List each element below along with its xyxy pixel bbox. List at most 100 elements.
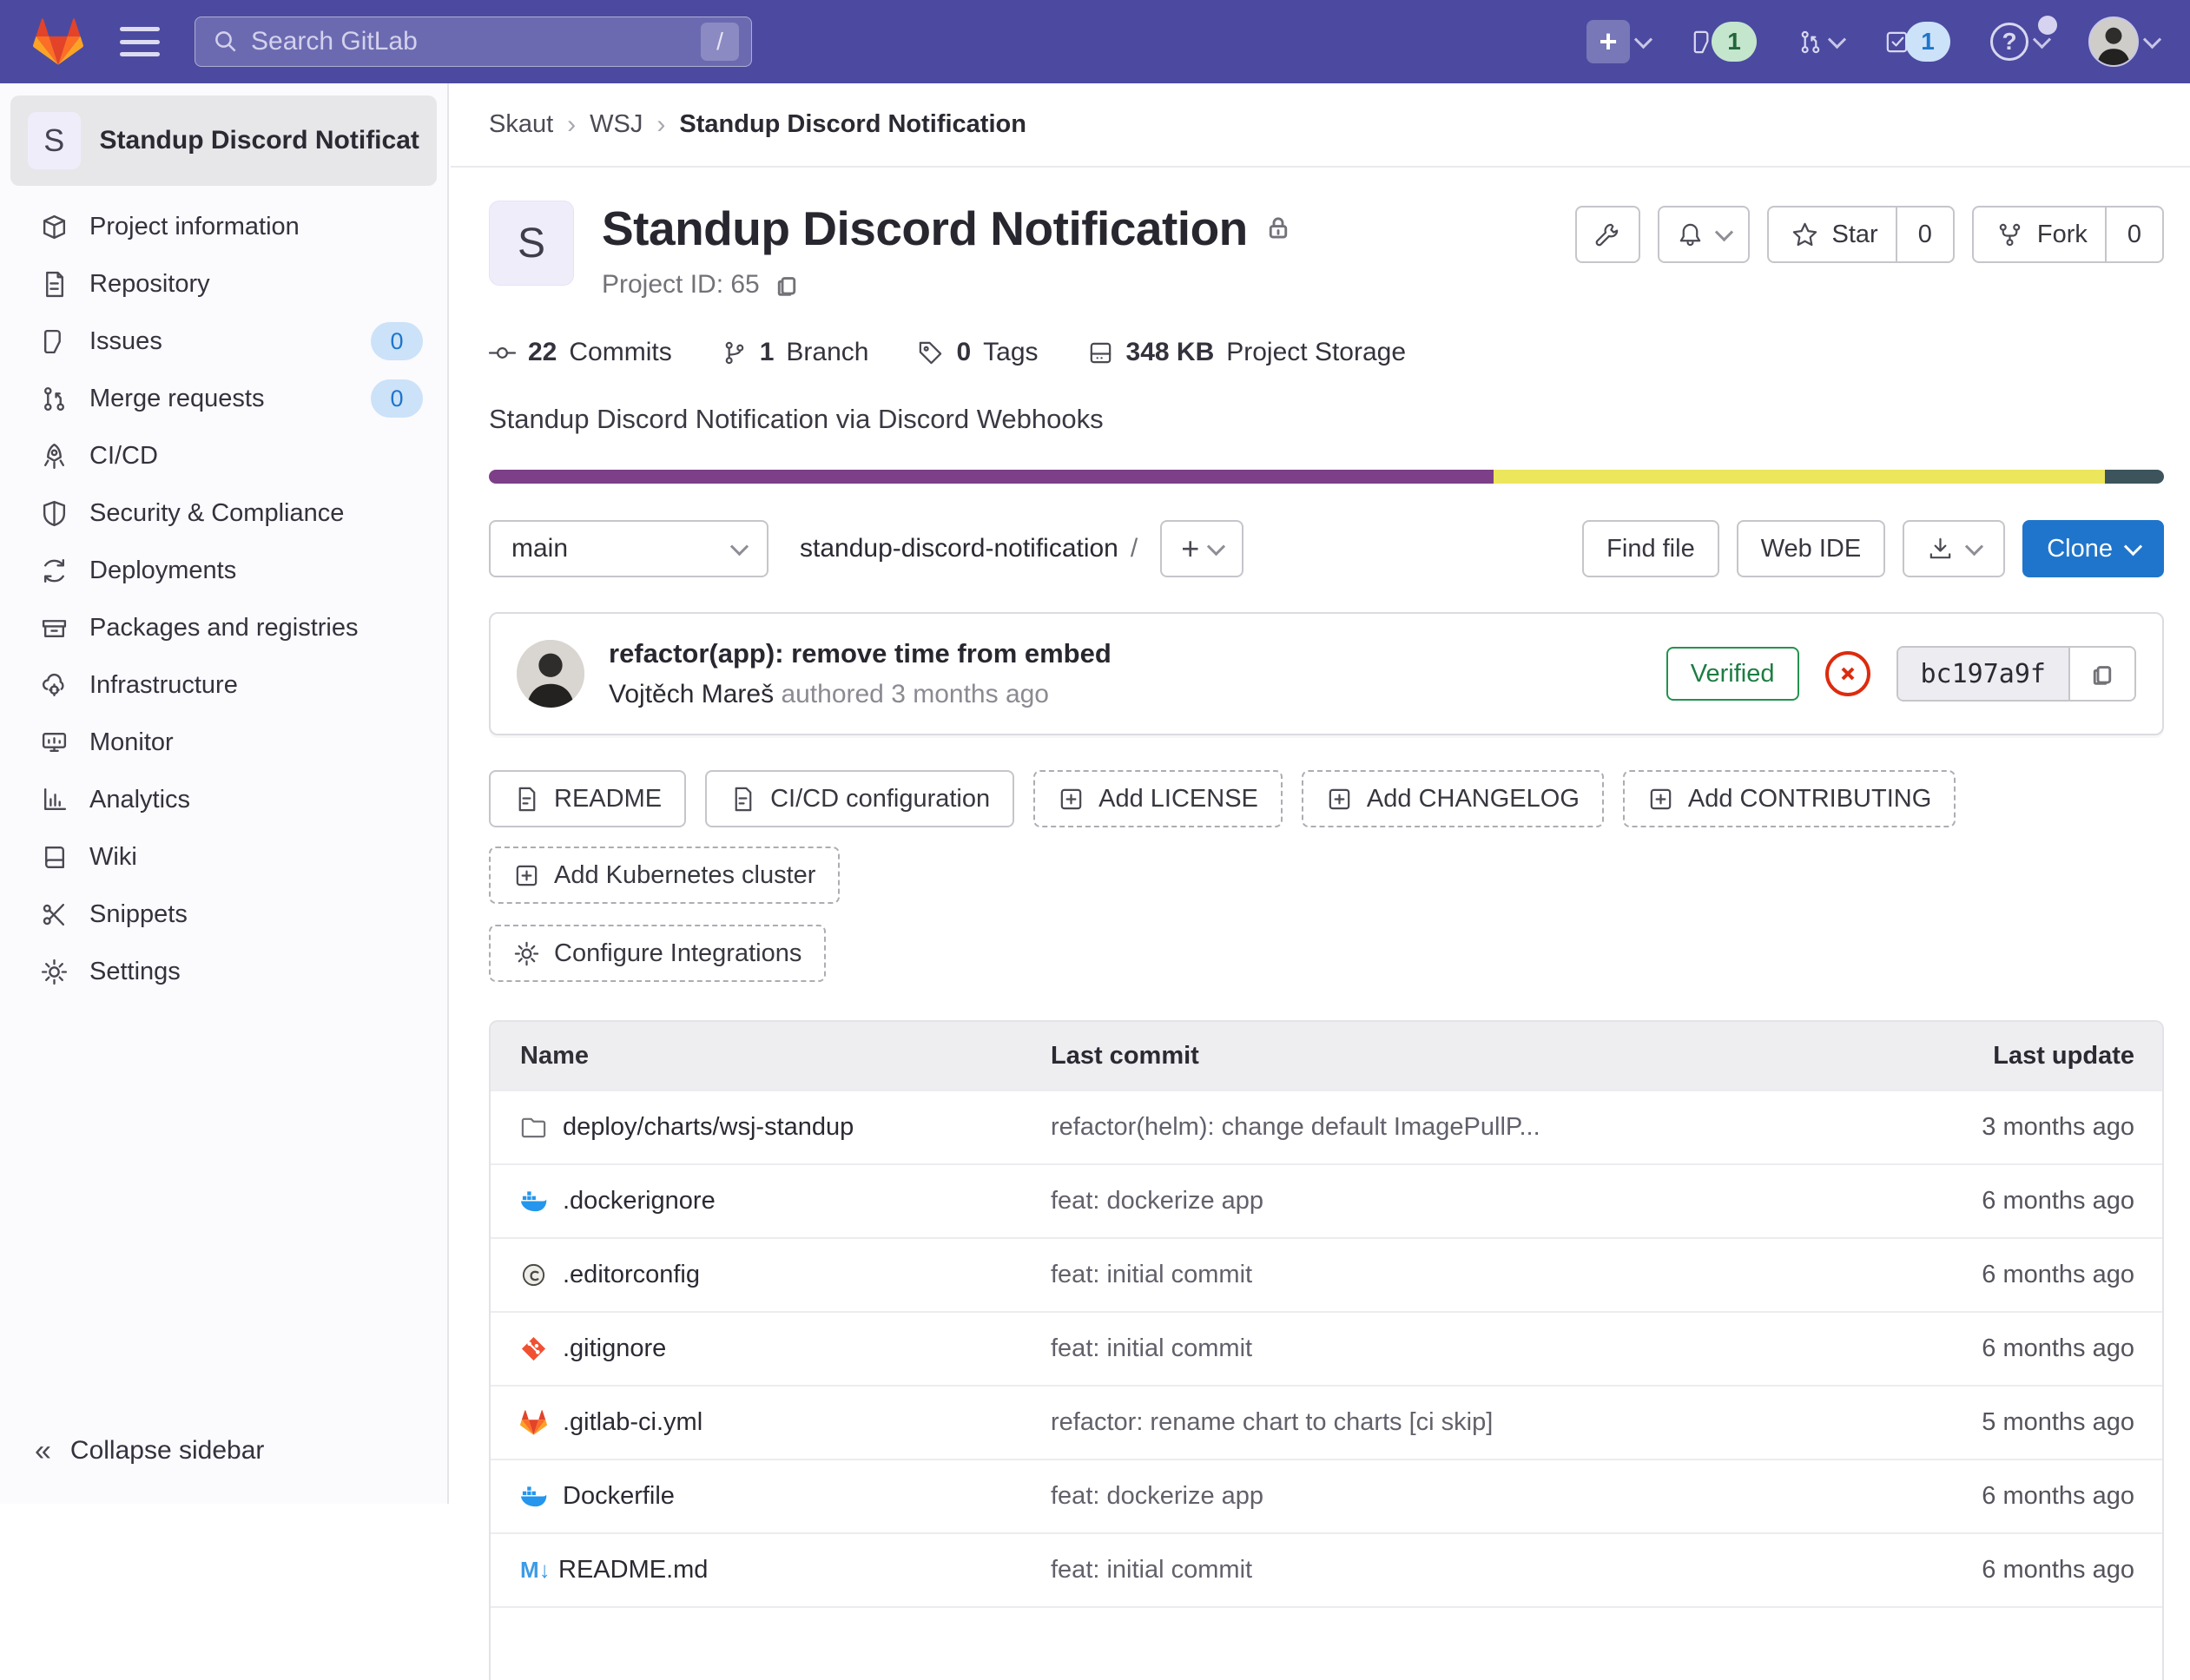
pipeline-failed-icon[interactable] xyxy=(1825,651,1870,696)
sidebar-item-repository[interactable]: Repository xyxy=(0,255,447,313)
quick-actions-row-1: README CI/CD configuration Add LICENSE A… xyxy=(489,770,2164,904)
sidebar-item-packages-registries[interactable]: Packages and registries xyxy=(0,599,447,656)
commit-message-link[interactable]: feat: initial commit xyxy=(1051,1334,1884,1363)
breadcrumb-project[interactable]: Standup Discord Notification xyxy=(679,110,1026,139)
commit-message-link[interactable]: feat: dockerize app xyxy=(1051,1187,1884,1216)
add-contributing-button[interactable]: Add CONTRIBUTING xyxy=(1623,770,1956,827)
breadcrumb-subgroup[interactable]: WSJ xyxy=(590,110,643,139)
gitlab-file-icon xyxy=(520,1409,547,1436)
commit-message-link[interactable]: refactor(helm): change default ImagePull… xyxy=(1051,1113,1884,1142)
sidebar-item-label: Packages and registries xyxy=(89,614,359,642)
cicd-configuration-button[interactable]: CI/CD configuration xyxy=(705,770,1014,827)
fork-icon xyxy=(1996,221,2023,248)
web-ide-button[interactable]: Web IDE xyxy=(1737,520,1886,577)
sidebar-item-project-information[interactable]: Project information xyxy=(0,198,447,255)
copy-project-id-icon[interactable] xyxy=(774,272,800,298)
file-name-link[interactable]: .gitignore xyxy=(563,1334,666,1363)
sidebar-item-infrastructure[interactable]: Infrastructure xyxy=(0,656,447,714)
add-license-button[interactable]: Add LICENSE xyxy=(1033,770,1283,827)
verified-badge[interactable]: Verified xyxy=(1666,647,1799,701)
git-icon xyxy=(520,1335,547,1362)
table-row[interactable]: deploy/charts/wsj-standup refactor(helm)… xyxy=(491,1090,2162,1163)
file-name-link[interactable]: .editorconfig xyxy=(563,1261,700,1289)
star-count[interactable]: 0 xyxy=(1896,208,1953,261)
sidebar-item-wiki[interactable]: Wiki xyxy=(0,828,447,886)
sidebar-item-security-compliance[interactable]: Security & Compliance xyxy=(0,484,447,542)
commit-icon xyxy=(489,339,516,366)
commit-author-avatar[interactable] xyxy=(517,640,584,708)
commit-title-link[interactable]: refactor(app): remove time from embed xyxy=(609,638,1111,669)
commits-stat[interactable]: 22Commits xyxy=(489,338,672,367)
user-menu[interactable] xyxy=(2088,16,2159,67)
copy-hash-button[interactable] xyxy=(2068,648,2134,700)
commit-author-link[interactable]: Vojtěch Mareš xyxy=(609,680,774,708)
help-icon: ? xyxy=(1990,23,2028,61)
commit-hash-box: bc197a9f xyxy=(1896,646,2137,702)
add-file-button[interactable]: + xyxy=(1160,520,1243,577)
file-name-link[interactable]: README.md xyxy=(558,1556,708,1584)
button-label: Configure Integrations xyxy=(554,939,801,968)
issues-menu[interactable]: 1 xyxy=(1690,22,1757,62)
add-kubernetes-cluster-button[interactable]: Add Kubernetes cluster xyxy=(489,847,840,904)
sidebar-item-deployments[interactable]: Deployments xyxy=(0,542,447,599)
gitlab-logo[interactable] xyxy=(31,16,85,67)
sidebar-item-snippets[interactable]: Snippets xyxy=(0,886,447,943)
sidebar-item-monitor[interactable]: Monitor xyxy=(0,714,447,771)
collapse-sidebar-button[interactable]: « Collapse sidebar xyxy=(0,1422,447,1479)
storage-stat[interactable]: 348 KBProject Storage xyxy=(1087,338,1407,367)
download-button[interactable] xyxy=(1903,520,2005,577)
todos-menu[interactable]: 1 xyxy=(1883,22,1950,62)
global-search[interactable]: / xyxy=(195,16,752,67)
configure-integrations-button[interactable]: Configure Integrations xyxy=(489,925,826,982)
readme-button[interactable]: README xyxy=(489,770,686,827)
collapse-icon: « xyxy=(35,1434,51,1468)
language-bar[interactable] xyxy=(489,470,2164,484)
commit-message-link[interactable]: feat: dockerize app xyxy=(1051,1482,1884,1511)
file-name-link[interactable]: deploy/charts/wsj-standup xyxy=(563,1113,854,1142)
notifications-button[interactable] xyxy=(1658,206,1750,263)
menu-hamburger-icon[interactable] xyxy=(120,27,160,56)
project-title: Standup Discord Notification xyxy=(602,201,1248,256)
sidebar-item-label: Snippets xyxy=(89,900,188,929)
clone-button[interactable]: Clone xyxy=(2022,520,2164,577)
language-segment xyxy=(2105,470,2164,484)
add-changelog-button[interactable]: Add CHANGELOG xyxy=(1302,770,1604,827)
tags-stat[interactable]: 0Tags xyxy=(917,338,1038,367)
sidebar-project-context[interactable]: S Standup Discord Notificati... xyxy=(10,96,437,186)
branch-icon xyxy=(721,339,748,366)
find-file-button[interactable]: Find file xyxy=(1582,520,1719,577)
sidebar-item-cicd[interactable]: CI/CD xyxy=(0,427,447,484)
project-description: Standup Discord Notification via Discord… xyxy=(489,404,2164,435)
table-row[interactable]: .gitlab-ci.yml refactor: rename chart to… xyxy=(491,1385,2162,1459)
sidebar-item-settings[interactable]: Settings xyxy=(0,943,447,1000)
sidebar-item-analytics[interactable]: Analytics xyxy=(0,771,447,828)
admin-tools-button[interactable] xyxy=(1575,206,1640,263)
table-row[interactable]: .editorconfig feat: initial commit 6 mon… xyxy=(491,1237,2162,1311)
breadcrumb-group[interactable]: Skaut xyxy=(489,110,553,139)
commit-meta: authored 3 months ago xyxy=(781,680,1049,708)
last-update: 6 months ago xyxy=(1884,1482,2162,1511)
branch-selector[interactable]: main xyxy=(489,520,768,577)
table-row[interactable]: Dockerfile feat: dockerize app 6 months … xyxy=(491,1459,2162,1532)
table-row[interactable]: .dockerignore feat: dockerize app 6 mont… xyxy=(491,1163,2162,1237)
star-button[interactable]: Star 0 xyxy=(1767,206,1955,263)
file-name-link[interactable]: .dockerignore xyxy=(563,1187,716,1216)
commit-message-link[interactable]: feat: initial commit xyxy=(1051,1261,1884,1289)
file-name-link[interactable]: .gitlab-ci.yml xyxy=(563,1408,703,1437)
commit-message-link[interactable]: feat: initial commit xyxy=(1051,1556,1884,1584)
new-menu[interactable]: + xyxy=(1586,20,1650,63)
branches-stat[interactable]: 1Branch xyxy=(721,338,869,367)
sidebar-item-issues[interactable]: Issues 0 xyxy=(0,313,447,370)
fork-button[interactable]: Fork 0 xyxy=(1972,206,2164,263)
language-segment xyxy=(489,470,1494,484)
repo-path-root[interactable]: standup-discord-notification xyxy=(800,534,1118,563)
table-row[interactable]: M↓ README.md feat: initial commit 6 mont… xyxy=(491,1532,2162,1606)
merge-requests-menu[interactable] xyxy=(1797,29,1844,56)
file-name-link[interactable]: Dockerfile xyxy=(563,1482,675,1511)
sidebar-item-merge-requests[interactable]: Merge requests 0 xyxy=(0,370,447,427)
search-input[interactable] xyxy=(251,27,689,56)
help-menu[interactable]: ? xyxy=(1990,23,2048,61)
table-row[interactable]: .gitignore feat: initial commit 6 months… xyxy=(491,1311,2162,1385)
commit-message-link[interactable]: refactor: rename chart to charts [ci ski… xyxy=(1051,1408,1884,1437)
fork-count[interactable]: 0 xyxy=(2105,208,2162,261)
